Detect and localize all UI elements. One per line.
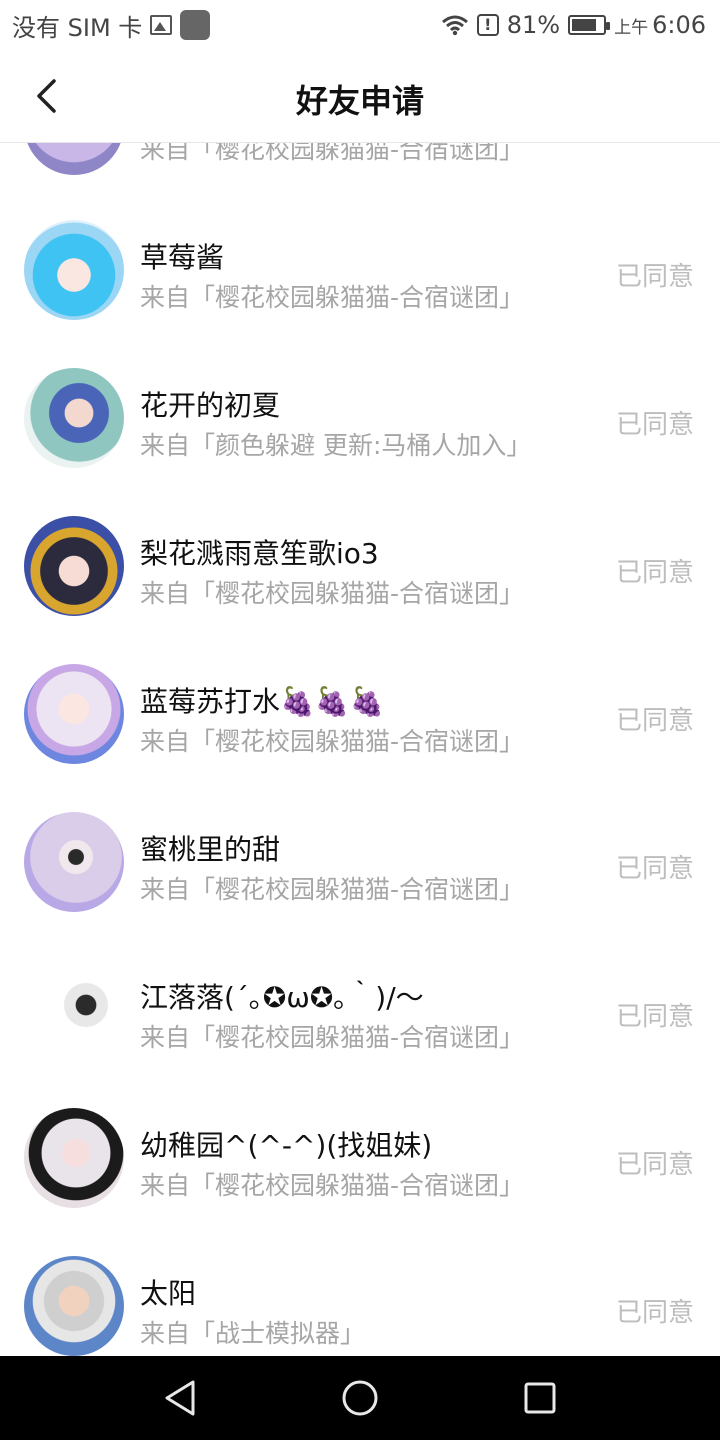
request-source: 来自「樱花校园躲猫猫-合宿谜团」 bbox=[140, 727, 525, 756]
friend-name: 江落落(´｡✪ω✪｡｀)/～ bbox=[140, 981, 424, 1014]
avatar bbox=[24, 220, 124, 320]
friend-name: 幼稚园^(^-^)(找姐妹) bbox=[140, 1129, 433, 1162]
list-item[interactable]: 梨花溅雨意笙歌io3 来自「樱花校园躲猫猫-合宿谜团」 已同意 bbox=[0, 492, 720, 640]
list-item[interactable]: 蜜桃里的甜 来自「樱花校园躲猫猫-合宿谜团」 已同意 bbox=[0, 788, 720, 936]
header: 好友申请 bbox=[0, 50, 720, 143]
friend-name: 蜜桃里的甜 bbox=[140, 833, 281, 866]
battery-percent: 81% bbox=[506, 11, 561, 39]
avatar bbox=[24, 664, 124, 764]
list-item[interactable]: 江落落(´｡✪ω✪｡｀)/～ 来自「樱花校园躲猫猫-合宿谜团」 已同意 bbox=[0, 936, 720, 1084]
request-source: 来自「战士模拟器」 bbox=[140, 1319, 366, 1348]
gallery-icon bbox=[150, 15, 173, 35]
list-item[interactable]: 蓝莓苏打水🍇🍇🍇 来自「樱花校园躲猫猫-合宿谜团」 已同意 bbox=[0, 640, 720, 788]
request-source: 来自「樱花校园躲猫猫-合宿谜团」 bbox=[140, 875, 525, 904]
request-source: 来自「樱花校园躲猫猫-合宿谜团」 bbox=[140, 1171, 525, 1200]
friend-name: 梨花溅雨意笙歌io3 bbox=[140, 537, 379, 570]
recents-square-icon bbox=[524, 1382, 556, 1414]
back-triangle-icon bbox=[165, 1380, 195, 1416]
nav-home-button[interactable] bbox=[338, 1376, 382, 1420]
status-label: 已同意 bbox=[615, 1298, 694, 1328]
wifi-icon bbox=[441, 15, 468, 36]
list-item[interactable]: 幼稚园^(^-^)(找姐妹) 来自「樱花校园躲猫猫-合宿谜团」 已同意 bbox=[0, 1084, 720, 1232]
avatar bbox=[24, 516, 124, 616]
status-label: 已同意 bbox=[615, 1002, 694, 1032]
friend-name: 草莓酱 bbox=[140, 241, 225, 274]
clock: 6:06 bbox=[652, 11, 706, 39]
system-nav-bar bbox=[0, 1356, 720, 1440]
list-item[interactable]: 太阳 来自「战士模拟器」 已同意 bbox=[0, 1232, 720, 1356]
nav-recents-button[interactable] bbox=[518, 1376, 562, 1420]
friend-name: 花开的初夏 bbox=[140, 389, 281, 422]
status-label: 已同意 bbox=[615, 706, 694, 736]
battery-icon bbox=[568, 15, 611, 35]
avatar bbox=[24, 960, 124, 1060]
list-item[interactable]: 草莓酱 来自「樱花校园躲猫猫-合宿谜团」 已同意 bbox=[0, 196, 720, 344]
time-ampm: 上午 bbox=[614, 17, 649, 38]
friend-name: 蓝莓苏打水🍇🍇🍇 bbox=[140, 685, 385, 718]
avatar bbox=[24, 1108, 124, 1208]
page-title: 好友申请 bbox=[295, 82, 424, 120]
status-label: 已同意 bbox=[615, 854, 694, 884]
status-label: 已同意 bbox=[615, 262, 694, 292]
request-source: 来自「樱花校园躲猫猫-合宿谜团」 bbox=[140, 579, 525, 608]
home-circle-icon bbox=[342, 1380, 378, 1416]
list-item[interactable]: 花开的初夏 来自「颜色躲避 更新:马桶人加入」 已同意 bbox=[0, 344, 720, 492]
status-label: 已同意 bbox=[615, 410, 694, 440]
request-source: 来自「樱花校园躲猫猫-合宿谜团」 bbox=[140, 1023, 525, 1052]
request-source: 来自「樱花校园躲猫猫-合宿谜团」 bbox=[140, 283, 525, 312]
request-source: 来自「颜色躲避 更新:马桶人加入」 bbox=[140, 431, 532, 460]
avatar bbox=[24, 368, 124, 468]
avatar bbox=[24, 1256, 124, 1356]
alert-icon: ! bbox=[476, 14, 499, 36]
avatar bbox=[24, 812, 124, 912]
status-bar: 没有 SIM 卡 ! 81% 上午 6:06 bbox=[0, 0, 720, 50]
status-label: 已同意 bbox=[615, 558, 694, 588]
friend-name: 太阳 bbox=[140, 1277, 197, 1310]
status-label: 已同意 bbox=[615, 1150, 694, 1180]
carrier-label: 没有 SIM 卡 bbox=[12, 13, 143, 42]
nav-back-button[interactable] bbox=[158, 1376, 202, 1420]
app-icon bbox=[180, 10, 211, 40]
friend-request-list[interactable]: 来自「樱花校园躲猫猫-合宿谜团」 草莓酱 来自「樱花校园躲猫猫-合宿谜团」 已同… bbox=[0, 0, 720, 1356]
